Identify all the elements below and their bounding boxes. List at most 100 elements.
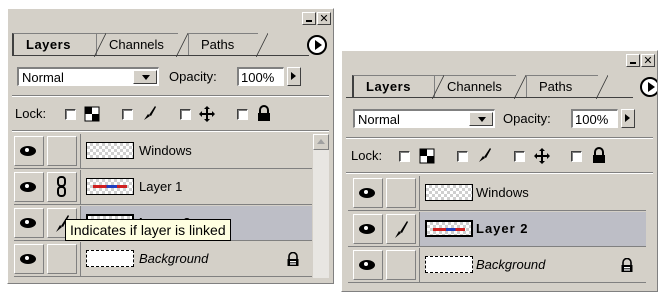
layers-palette-left: ✕ Layers Channels Paths Normal Opacity: … [7, 8, 334, 284]
lock-image-icon [479, 148, 491, 162]
palette-titlebar: ✕ [597, 51, 657, 71]
lock-label: Lock: [15, 106, 47, 121]
lock-all-icon [593, 147, 605, 163]
layer-row-windows[interactable]: Windows [348, 176, 646, 211]
visibility-toggle[interactable] [353, 214, 383, 244]
link-toggle[interactable] [47, 172, 77, 202]
visibility-toggle[interactable] [14, 244, 44, 274]
scroll-up-button[interactable] [313, 134, 329, 150]
layer-row-background[interactable]: Background [14, 242, 312, 277]
eye-icon [20, 146, 36, 156]
link-toggle[interactable] [386, 250, 416, 280]
layer-thumbnail [425, 220, 473, 237]
layer-thumbnail [86, 142, 134, 159]
eye-icon [359, 188, 375, 198]
layer-row-windows[interactable]: Windows [14, 134, 312, 169]
palette-tabs: Layers Channels Paths [346, 75, 629, 99]
eye-icon [359, 260, 375, 270]
layers-list: Windows Layer 1 Background [14, 134, 312, 278]
close-button[interactable]: ✕ [641, 54, 655, 67]
divider [12, 95, 329, 97]
lock-image-icon [144, 106, 156, 120]
layer-name: Background [476, 257, 546, 272]
layer-thumbnail [425, 184, 473, 201]
opacity-input[interactable]: 100% [237, 67, 284, 86]
chevron-down-icon[interactable] [133, 70, 157, 84]
tab-layers[interactable]: Layers [12, 33, 106, 57]
lock-image-checkbox[interactable] [122, 109, 133, 120]
lock-all-checkbox[interactable] [571, 151, 582, 162]
opacity-label: Opacity: [169, 69, 217, 84]
lock-transparency-checkbox[interactable] [65, 109, 76, 120]
layer-main-cell[interactable]: Windows [419, 176, 646, 210]
lock-transparency-icon [84, 106, 100, 122]
visibility-toggle[interactable] [14, 172, 44, 202]
palette-titlebar: ✕ [273, 9, 333, 29]
divider [346, 137, 653, 139]
tab-underline [346, 97, 633, 98]
tab-paths[interactable]: Paths [526, 75, 608, 99]
lock-position-icon [534, 148, 550, 164]
blend-mode-select[interactable]: Normal [353, 109, 495, 128]
palette-tabs: Layers Channels Paths [12, 33, 305, 57]
chain-link-icon [57, 176, 66, 197]
opacity-slider-button[interactable] [621, 109, 635, 128]
divider [346, 172, 653, 174]
lock-image-checkbox[interactable] [457, 151, 468, 162]
minimize-button[interactable] [302, 12, 316, 25]
visibility-toggle[interactable] [14, 208, 44, 238]
layer-main-cell[interactable]: Windows [80, 134, 312, 168]
tab-underline [12, 55, 309, 56]
lock-transparency-checkbox[interactable] [399, 151, 410, 162]
close-button[interactable]: ✕ [317, 12, 331, 25]
opacity-input[interactable]: 100% [571, 109, 618, 128]
layer-row-layer-1[interactable]: Layer 1 [14, 170, 312, 205]
lock-position-checkbox[interactable] [514, 151, 525, 162]
layer-name: Windows [139, 143, 192, 158]
blend-mode-select[interactable]: Normal [17, 67, 159, 86]
lock-all-checkbox[interactable] [237, 109, 248, 120]
lock-all-icon [258, 105, 270, 121]
layer-main-cell[interactable]: Background [80, 242, 312, 276]
lock-position-checkbox[interactable] [180, 109, 191, 120]
layer-main-cell[interactable]: Background [419, 248, 646, 282]
link-toggle[interactable] [47, 136, 77, 166]
tab-channels[interactable]: Channels [96, 33, 188, 57]
lock-icon [621, 258, 633, 272]
eye-icon [20, 254, 36, 264]
tab-layers[interactable]: Layers [352, 75, 444, 99]
layer-thumbnail [86, 250, 134, 267]
layer-main-cell[interactable]: Layer 1 [80, 170, 312, 204]
lock-position-icon [199, 106, 215, 122]
layer-thumbnail [86, 178, 134, 195]
visibility-toggle[interactable] [353, 178, 383, 208]
tab-channels[interactable]: Channels [434, 75, 526, 99]
lock-label: Lock: [351, 148, 383, 163]
layers-palette-right: ✕ Layers Channels Paths Normal Opacity: … [341, 50, 658, 292]
visibility-toggle[interactable] [353, 250, 383, 280]
layers-list: Windows Layer 2 Background [348, 176, 646, 288]
eye-icon [359, 224, 375, 234]
palette-menu-icon[interactable] [307, 35, 327, 55]
palette-menu-icon[interactable] [640, 77, 657, 97]
link-toggle[interactable] [47, 244, 77, 274]
layer-row-layer-2[interactable]: Layer 2 [348, 212, 646, 247]
link-toggle[interactable] [386, 214, 416, 244]
link-toggle[interactable] [386, 178, 416, 208]
layer-thumbnail [425, 256, 473, 273]
tooltip: Indicates if layer is linked [65, 219, 231, 241]
chevron-down-icon[interactable] [469, 112, 493, 126]
opacity-label: Opacity: [503, 111, 551, 126]
visibility-toggle[interactable] [14, 136, 44, 166]
layer-name: Windows [476, 185, 529, 200]
tab-paths[interactable]: Paths [188, 33, 268, 57]
lock-icon [287, 252, 299, 266]
layer-main-cell[interactable]: Layer 2 [419, 212, 646, 246]
opacity-slider-button[interactable] [287, 67, 301, 86]
layer-row-background[interactable]: Background [348, 248, 646, 283]
layers-scrollbar[interactable] [313, 134, 329, 278]
layer-name: Background [139, 251, 209, 266]
eye-icon [20, 218, 36, 228]
minimize-button[interactable] [626, 54, 640, 67]
divider [12, 130, 329, 132]
